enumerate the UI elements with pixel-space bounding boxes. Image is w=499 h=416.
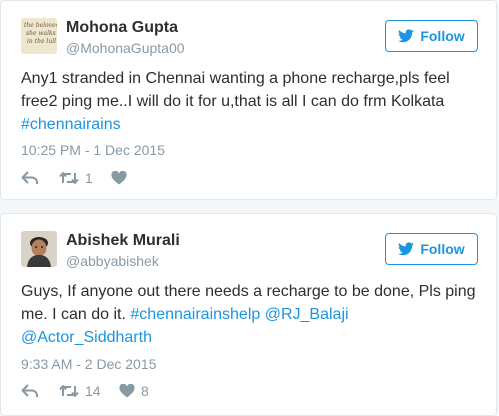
twitter-bird-icon: [398, 29, 415, 43]
svg-text:the beloved: the beloved: [24, 22, 57, 29]
like-button[interactable]: 8: [119, 383, 149, 399]
reply-button[interactable]: [21, 171, 59, 185]
hashtag-link[interactable]: #chennairains: [21, 116, 121, 133]
retweet-icon: [59, 384, 79, 398]
avatar[interactable]: the beloved she walks in the lull: [21, 18, 57, 54]
like-count: 8: [141, 383, 149, 399]
follow-button[interactable]: Follow: [385, 233, 478, 265]
tweet-actions: 14 8: [21, 381, 149, 401]
timestamp[interactable]: 10:25 PM - 1 Dec 2015: [21, 142, 165, 158]
timestamp[interactable]: 9:33 AM - 2 Dec 2015: [21, 356, 156, 372]
twitter-bird-icon: [398, 242, 415, 256]
reply-icon: [21, 171, 39, 185]
mention-link[interactable]: @RJ_Balaji: [265, 306, 349, 323]
tweet-text: Any1 stranded in Chennai wanting a phone…: [21, 67, 481, 136]
retweet-button[interactable]: 1: [59, 170, 111, 186]
tweet-card: Abishek Murali @abbyabishek Follow Guys,…: [0, 213, 497, 416]
hashtag-link[interactable]: #chennairainshelp: [130, 306, 260, 323]
follow-button[interactable]: Follow: [385, 20, 478, 52]
user-name[interactable]: Abishek Murali: [66, 232, 180, 250]
reply-button[interactable]: [21, 384, 59, 398]
user-handle[interactable]: @abbyabishek: [66, 253, 159, 269]
svg-text:in the lull: in the lull: [27, 38, 56, 45]
reply-icon: [21, 384, 39, 398]
avatar[interactable]: [21, 231, 57, 267]
mention-link[interactable]: @Actor_Siddharth: [21, 329, 152, 346]
svg-text:she walks: she walks: [26, 30, 56, 37]
tweet-text: Guys, If anyone out there needs a rechar…: [21, 280, 481, 349]
like-icon: [111, 171, 127, 185]
retweet-count: 14: [85, 383, 101, 399]
follow-label: Follow: [420, 241, 465, 257]
user-handle[interactable]: @MohonaGupta00: [66, 40, 185, 56]
tweet-card: the beloved she walks in the lull Mohona…: [0, 0, 497, 200]
tweet-body: Any1 stranded in Chennai wanting a phone…: [21, 70, 450, 110]
like-icon: [119, 384, 135, 398]
retweet-icon: [59, 171, 79, 185]
retweet-count: 1: [85, 170, 93, 186]
retweet-button[interactable]: 14: [59, 383, 119, 399]
like-button[interactable]: [111, 171, 133, 185]
user-name[interactable]: Mohona Gupta: [66, 19, 178, 37]
tweet-actions: 1: [21, 168, 133, 188]
follow-label: Follow: [420, 28, 465, 44]
